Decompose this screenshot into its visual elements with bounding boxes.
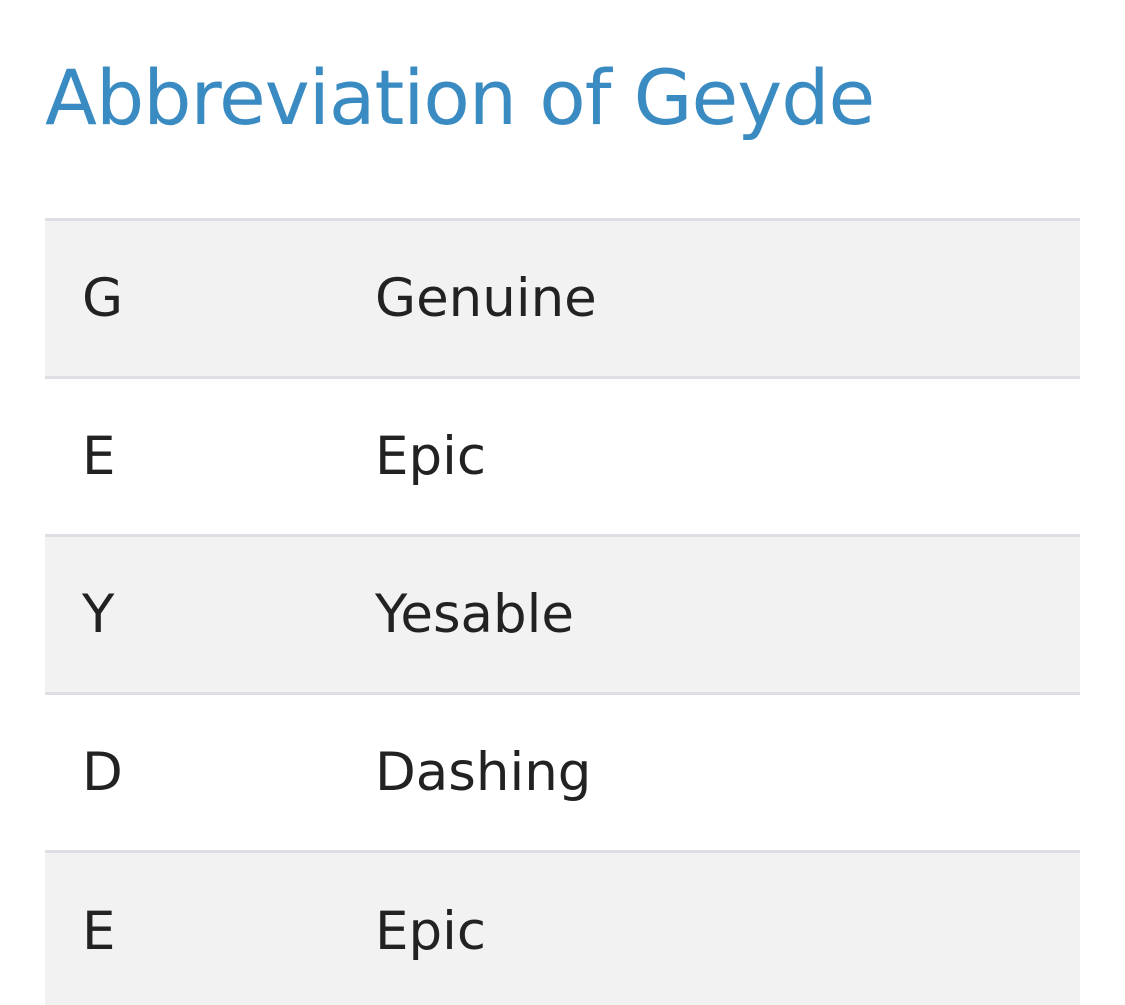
row-word: Epic xyxy=(375,850,1080,1005)
table-row: E Epic xyxy=(45,850,1080,1005)
row-word: Yesable xyxy=(375,534,1080,694)
row-word: Epic xyxy=(375,376,1080,536)
table-row: Y Yesable xyxy=(45,534,1080,694)
row-letter: D xyxy=(45,692,375,852)
table-row: E Epic xyxy=(45,376,1080,536)
row-letter: E xyxy=(45,376,375,536)
row-word: Genuine xyxy=(375,218,1080,378)
row-word: Dashing xyxy=(375,692,1080,852)
page: Abbreviation of Geyde G Genuine E Epic Y… xyxy=(0,0,1125,1005)
row-letter: Y xyxy=(45,534,375,694)
abbreviation-table: G Genuine E Epic Y Yesable D Dashing E E… xyxy=(45,218,1080,1005)
row-letter: G xyxy=(45,218,375,378)
row-letter: E xyxy=(45,850,375,1005)
table-row: G Genuine xyxy=(45,218,1080,378)
page-title: Abbreviation of Geyde xyxy=(45,53,875,142)
table-row: D Dashing xyxy=(45,692,1080,852)
